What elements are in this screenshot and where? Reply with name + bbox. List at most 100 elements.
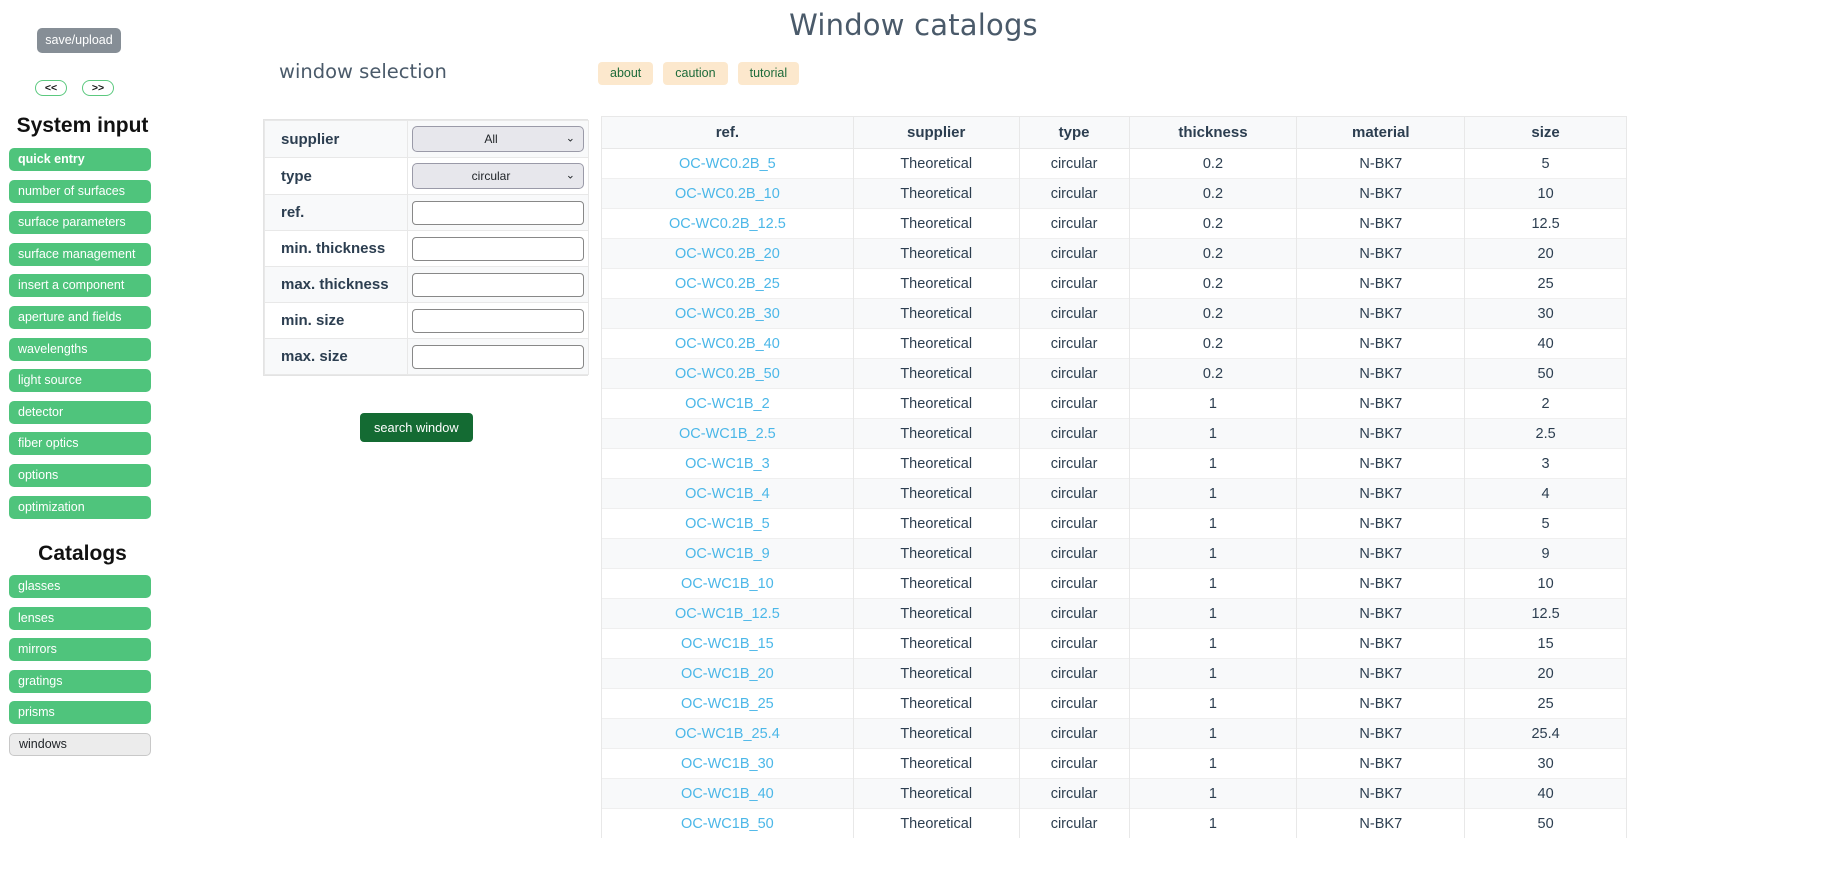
cell-ref[interactable]: OC-WC1B_3 xyxy=(601,448,854,479)
cell-ref[interactable]: OC-WC1B_4 xyxy=(601,478,854,509)
window-ref-link[interactable]: OC-WC1B_2.5 xyxy=(679,426,776,442)
cell-ref[interactable]: OC-WC1B_25.4 xyxy=(601,718,854,749)
cell-size: 30 xyxy=(1464,748,1627,779)
help-button-caution[interactable]: caution xyxy=(663,62,728,85)
cell-material: N-BK7 xyxy=(1296,688,1466,719)
window-ref-link[interactable]: OC-WC0.2B_25 xyxy=(675,276,780,292)
window-ref-link[interactable]: OC-WC1B_40 xyxy=(681,786,774,802)
sidebar-item-light-source[interactable]: light source xyxy=(9,369,151,393)
sidebar-item-quick-entry[interactable]: quick entry xyxy=(9,148,151,171)
window-ref-link[interactable]: OC-WC0.2B_10 xyxy=(675,186,780,202)
window-ref-link[interactable]: OC-WC0.2B_40 xyxy=(675,336,780,352)
cell-ref[interactable]: OC-WC1B_20 xyxy=(601,658,854,689)
cell-size: 25 xyxy=(1464,268,1627,299)
window-ref-link[interactable]: OC-WC1B_10 xyxy=(681,576,774,592)
table-row: OC-WC0.2B_25 Theoretical circular 0.2 N-BK7 2… xyxy=(601,268,1627,299)
cell-ref[interactable]: OC-WC1B_12.5 xyxy=(601,598,854,629)
cell-type: circular xyxy=(1018,478,1130,509)
sidebar-item-mirrors[interactable]: mirrors xyxy=(9,638,151,662)
table-row: OC-WC1B_4 Theoretical circular 1 N-BK7 4 xyxy=(601,478,1627,509)
cell-ref[interactable]: OC-WC1B_25 xyxy=(601,688,854,719)
cell-ref[interactable]: OC-WC0.2B_25 xyxy=(601,268,854,299)
results-scroll-area[interactable]: ref. supplier type thickness material size OC… xyxy=(601,116,1627,892)
sidebar-item-surface-management[interactable]: surface management xyxy=(9,242,151,266)
cell-ref[interactable]: OC-WC0.2B_50 xyxy=(601,358,854,389)
cell-ref[interactable]: OC-WC1B_2.5 xyxy=(601,418,854,449)
sidebar-item-windows[interactable]: windows xyxy=(9,732,151,756)
help-button-tutorial[interactable]: tutorial xyxy=(737,62,800,85)
window-ref-link[interactable]: OC-WC1B_20 xyxy=(681,666,774,682)
sidebar-item-wavelengths[interactable]: wavelengths xyxy=(9,337,151,361)
cell-ref[interactable]: OC-WC1B_9 xyxy=(601,538,854,569)
window-ref-link[interactable]: OC-WC1B_5 xyxy=(685,516,770,532)
window-ref-link[interactable]: OC-WC0.2B_50 xyxy=(675,366,780,382)
cell-ref[interactable]: OC-WC1B_10 xyxy=(601,568,854,599)
sidebar-item-insert-a-component[interactable]: insert a component xyxy=(9,274,151,298)
help-button-about[interactable]: about xyxy=(598,62,654,85)
input-min-thickness[interactable] xyxy=(412,236,584,261)
form-row: type circular ⌄ xyxy=(264,157,589,195)
column-header-ref[interactable]: ref. xyxy=(601,116,854,149)
cell-ref[interactable]: OC-WC0.2B_5 xyxy=(601,148,854,179)
cell-ref[interactable]: OC-WC1B_50 xyxy=(601,808,854,838)
table-header-row: ref. supplier type thickness material size xyxy=(601,116,1627,149)
window-ref-link[interactable]: OC-WC0.2B_5 xyxy=(679,156,776,172)
window-ref-link[interactable]: OC-WC1B_9 xyxy=(685,546,770,562)
column-header-supplier[interactable]: supplier xyxy=(852,116,1020,149)
label-ref: ref. xyxy=(264,194,408,231)
window-ref-link[interactable]: OC-WC1B_30 xyxy=(681,756,774,772)
input-max-thickness[interactable] xyxy=(412,272,584,297)
sidebar-item-lenses[interactable]: lenses xyxy=(9,606,151,630)
cell-ref[interactable]: OC-WC0.2B_30 xyxy=(601,298,854,329)
window-ref-link[interactable]: OC-WC1B_3 xyxy=(685,456,770,472)
cell-ref[interactable]: OC-WC1B_2 xyxy=(601,388,854,419)
cell-ref[interactable]: OC-WC0.2B_20 xyxy=(601,238,854,269)
window-ref-link[interactable]: OC-WC1B_50 xyxy=(681,816,774,832)
cell-supplier: Theoretical xyxy=(852,778,1020,809)
sidebar-item-glasses[interactable]: glasses xyxy=(9,575,151,598)
sidebar-item-number-of-surfaces[interactable]: number of surfaces xyxy=(9,179,151,203)
window-ref-link[interactable]: OC-WC1B_4 xyxy=(685,486,770,502)
input-ref[interactable] xyxy=(412,200,584,225)
sidebar-item-options[interactable]: options xyxy=(9,463,151,487)
save-upload-button[interactable]: save/upload xyxy=(37,28,121,53)
cell-material: N-BK7 xyxy=(1296,778,1466,809)
label-max-thickness: max. thickness xyxy=(264,266,408,303)
cell-ref[interactable]: OC-WC1B_5 xyxy=(601,508,854,539)
window-ref-link[interactable]: OC-WC0.2B_30 xyxy=(675,306,780,322)
window-ref-link[interactable]: OC-WC0.2B_20 xyxy=(675,246,780,262)
window-ref-link[interactable]: OC-WC1B_12.5 xyxy=(675,606,780,622)
search-window-button[interactable]: search window xyxy=(360,413,473,442)
cell-supplier: Theoretical xyxy=(852,148,1020,179)
window-ref-link[interactable]: OC-WC1B_2 xyxy=(685,396,770,412)
select-supplier[interactable]: All xyxy=(412,126,584,152)
window-ref-link[interactable]: OC-WC1B_15 xyxy=(681,636,774,652)
select-type[interactable]: circular xyxy=(412,163,584,189)
sidebar-item-detector[interactable]: detector xyxy=(9,400,151,424)
window-ref-link[interactable]: OC-WC0.2B_12.5 xyxy=(669,216,786,232)
column-header-material[interactable]: material xyxy=(1296,116,1466,149)
sidebar-item-gratings[interactable]: gratings xyxy=(9,669,151,693)
window-ref-link[interactable]: OC-WC1B_25 xyxy=(681,696,774,712)
cell-ref[interactable]: OC-WC0.2B_12.5 xyxy=(601,208,854,239)
sidebar-item-prisms[interactable]: prisms xyxy=(9,701,151,725)
cell-ref[interactable]: OC-WC1B_40 xyxy=(601,778,854,809)
sidebar-item-fiber-optics[interactable]: fiber optics xyxy=(9,432,151,456)
window-ref-link[interactable]: OC-WC1B_25.4 xyxy=(675,726,780,742)
previous-page-button[interactable]: << xyxy=(35,80,67,96)
cell-ref[interactable]: OC-WC1B_15 xyxy=(601,628,854,659)
input-max-size[interactable] xyxy=(412,344,584,369)
cell-ref[interactable]: OC-WC1B_30 xyxy=(601,748,854,779)
cell-ref[interactable]: OC-WC0.2B_40 xyxy=(601,328,854,359)
column-header-size[interactable]: size xyxy=(1464,116,1627,149)
sidebar-item-optimization[interactable]: optimization xyxy=(9,495,151,519)
column-header-type[interactable]: type xyxy=(1018,116,1130,149)
next-page-button[interactable]: >> xyxy=(82,80,114,96)
cell-material: N-BK7 xyxy=(1296,298,1466,329)
sidebar-item-aperture-and-fields[interactable]: aperture and fields xyxy=(9,305,151,329)
column-header-thickness[interactable]: thickness xyxy=(1128,116,1298,149)
cell-type: circular xyxy=(1018,208,1130,239)
cell-ref[interactable]: OC-WC0.2B_10 xyxy=(601,178,854,209)
input-min-size[interactable] xyxy=(412,308,584,333)
sidebar-item-surface-parameters[interactable]: surface parameters xyxy=(9,211,151,235)
